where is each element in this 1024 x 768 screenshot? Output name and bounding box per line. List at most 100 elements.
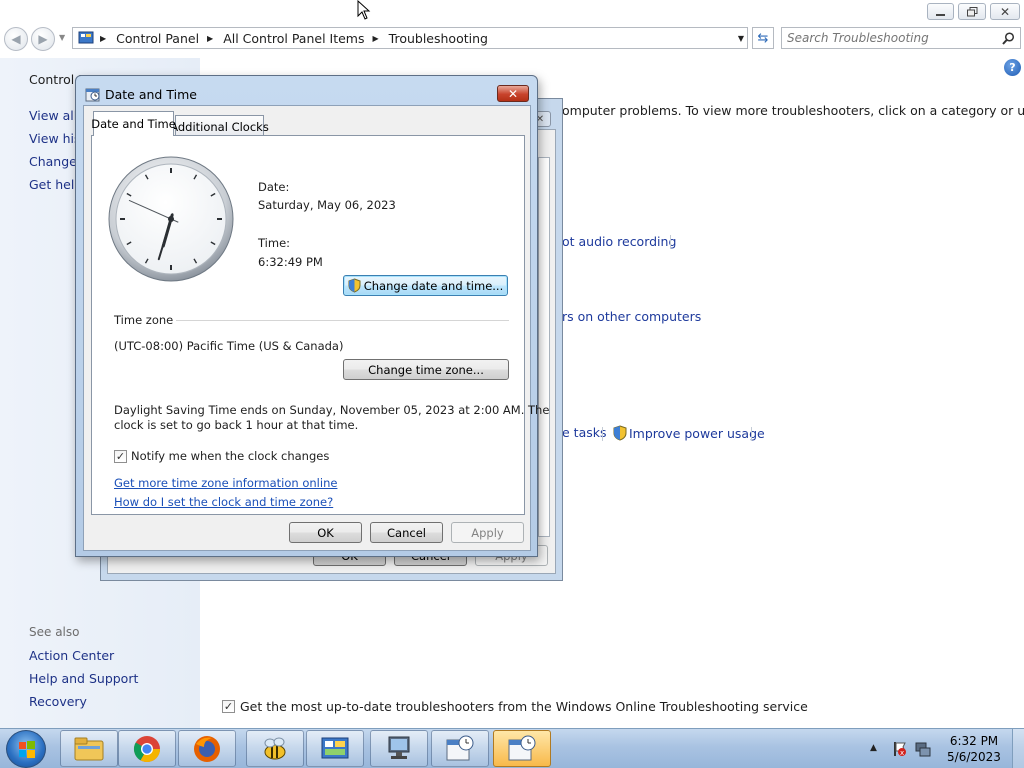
taskbar-date-time-settings[interactable] <box>431 730 489 767</box>
tab-label: Additional Clocks <box>170 119 269 134</box>
restore-icon <box>966 6 977 16</box>
breadcrumb-arrow-icon: ▶ <box>100 33 107 43</box>
intro-text: omputer problems. To view more troublesh… <box>562 103 1024 118</box>
taskbar-network-computer[interactable] <box>370 730 428 767</box>
shield-icon <box>348 278 361 293</box>
window-titlebar: ✕ <box>0 0 1024 22</box>
taskbar-chrome[interactable] <box>118 730 176 767</box>
taskbar-firefox[interactable] <box>178 730 236 767</box>
link-other-computers[interactable]: rs on other computers <box>562 309 701 324</box>
cancel-button[interactable]: Cancel <box>370 522 443 543</box>
link-more-time-zone-info[interactable]: Get more time zone information online <box>114 476 337 490</box>
link-improve-power-usage[interactable]: Improve power usage <box>629 426 765 441</box>
time-label: Time: <box>258 236 291 250</box>
folder-icon <box>74 737 104 760</box>
link-audio-recording[interactable]: ot audio recording <box>562 234 676 249</box>
address-dropdown-icon[interactable]: ▼ <box>738 34 744 43</box>
date-value: Saturday, May 06, 2023 <box>258 198 396 212</box>
network-icon[interactable] <box>915 741 931 757</box>
cancel-label: Cancel <box>387 525 426 540</box>
calendar-clock-icon <box>446 735 474 760</box>
nav-view-all[interactable]: View all <box>29 108 77 123</box>
system-time: 6:32 PM <box>949 734 999 748</box>
breadcrumb-troubleshooting[interactable]: Troubleshooting <box>389 31 488 46</box>
time-zone-divider <box>176 320 509 321</box>
taskbar: ▲ x 6:32 PM 5/6/2023 <box>0 728 1024 768</box>
nav-recovery[interactable]: Recovery <box>29 694 87 709</box>
taskbar-control-panel[interactable] <box>306 730 364 767</box>
help-icon: ? <box>1009 61 1016 74</box>
mouse-cursor-icon <box>357 0 371 20</box>
notify-clock-changes-label: Notify me when the clock changes <box>131 449 330 463</box>
system-clock[interactable]: 6:32 PM 5/6/2023 <box>944 733 1004 765</box>
calendar-clock-icon <box>508 735 536 760</box>
time-value: 6:32:49 PM <box>258 255 323 269</box>
nav-action-center[interactable]: Action Center <box>29 648 114 663</box>
back-button[interactable]: ◀ <box>4 27 28 51</box>
date-and-time-dialog: Date and Time ✕ Date and Time Additional… <box>75 75 549 557</box>
control-panel-icon <box>321 737 349 758</box>
address-row: ◀ ▶ ▼ ▶ Control Panel ▶ All Control Pane… <box>0 24 1024 52</box>
bee-icon <box>264 737 286 759</box>
dialog-close-button[interactable]: ✕ <box>497 85 529 102</box>
breadcrumb-all-items[interactable]: All Control Panel Items <box>223 31 364 46</box>
start-button[interactable] <box>6 730 46 768</box>
apply-button[interactable]: Apply <box>451 522 524 543</box>
breadcrumb-control-panel[interactable]: Control Panel <box>116 31 199 46</box>
show-desktop-button[interactable] <box>1012 729 1024 768</box>
change-time-zone-button[interactable]: Change time zone... <box>343 359 509 380</box>
separator <box>751 427 752 441</box>
change-date-and-time-button[interactable]: Change date and time... <box>343 275 508 296</box>
search-box[interactable] <box>781 27 1021 49</box>
online-troubleshooting-checkbox[interactable]: ✓ <box>222 700 235 713</box>
notify-clock-changes-checkbox[interactable]: ✓ <box>114 450 127 463</box>
windows-logo-icon <box>19 741 35 758</box>
change-time-zone-label: Change time zone... <box>368 362 484 377</box>
help-button[interactable]: ? <box>1004 59 1021 76</box>
forward-button[interactable]: ▶ <box>31 27 55 51</box>
online-troubleshooting-label: Get the most up-to-date troubleshooters … <box>240 699 808 714</box>
taskbar-date-time-active[interactable] <box>493 730 551 767</box>
underlying-panel <box>538 157 550 537</box>
search-input[interactable] <box>787 31 997 45</box>
nav-help-and-support[interactable]: Help and Support <box>29 671 138 686</box>
system-date: 5/6/2023 <box>947 750 1001 764</box>
back-arrow-icon: ◀ <box>11 32 21 46</box>
firefox-icon <box>194 735 220 762</box>
link-how-set-clock[interactable]: How do I set the clock and time zone? <box>114 495 333 509</box>
checkmark-icon: ✓ <box>223 700 234 713</box>
close-icon: ✕ <box>507 86 519 101</box>
separator <box>602 427 603 441</box>
ok-label: OK <box>317 525 334 540</box>
checkmark-icon: ✓ <box>115 450 126 463</box>
svg-text:x: x <box>900 749 904 757</box>
dst-text-line1: Daylight Saving Time ends on Sunday, Nov… <box>114 403 550 417</box>
clock-center <box>168 216 174 222</box>
show-hidden-icons-button[interactable]: ▲ <box>870 743 877 753</box>
dialog-body: Date and Time Additional Clocks Date: Sa… <box>83 105 549 551</box>
see-also-heading: See also <box>29 625 80 639</box>
action-center-flag-icon[interactable]: x <box>891 741 907 757</box>
recent-pages-dropdown-icon[interactable]: ▼ <box>59 33 65 42</box>
close-button[interactable]: ✕ <box>990 3 1020 20</box>
minimize-button[interactable] <box>927 3 954 20</box>
chrome-icon <box>133 735 161 762</box>
tab-date-and-time[interactable]: Date and Time <box>91 111 176 136</box>
apply-label: Apply <box>471 525 504 540</box>
address-bar[interactable]: ▶ Control Panel ▶ All Control Panel Item… <box>72 27 748 49</box>
search-icon[interactable] <box>1002 32 1015 45</box>
breadcrumb-arrow-icon[interactable]: ▶ <box>207 34 213 43</box>
breadcrumb-arrow-icon[interactable]: ▶ <box>373 34 379 43</box>
taskbar-file-explorer[interactable] <box>60 730 118 767</box>
change-date-and-time-label: Change date and time... <box>363 278 504 293</box>
refresh-button[interactable]: ⇆ <box>752 27 774 49</box>
date-label: Date: <box>258 180 290 194</box>
restore-button[interactable] <box>958 3 986 20</box>
dst-text-line2: clock is set to go back 1 hour at that t… <box>114 418 359 432</box>
ok-button[interactable]: OK <box>289 522 362 543</box>
taskbar-bee-app[interactable] <box>246 730 304 767</box>
refresh-icon: ⇆ <box>757 30 769 46</box>
tab-additional-clocks[interactable]: Additional Clocks <box>170 115 269 137</box>
forward-arrow-icon: ▶ <box>38 32 48 46</box>
link-tasks[interactable]: e tasks <box>562 425 607 440</box>
